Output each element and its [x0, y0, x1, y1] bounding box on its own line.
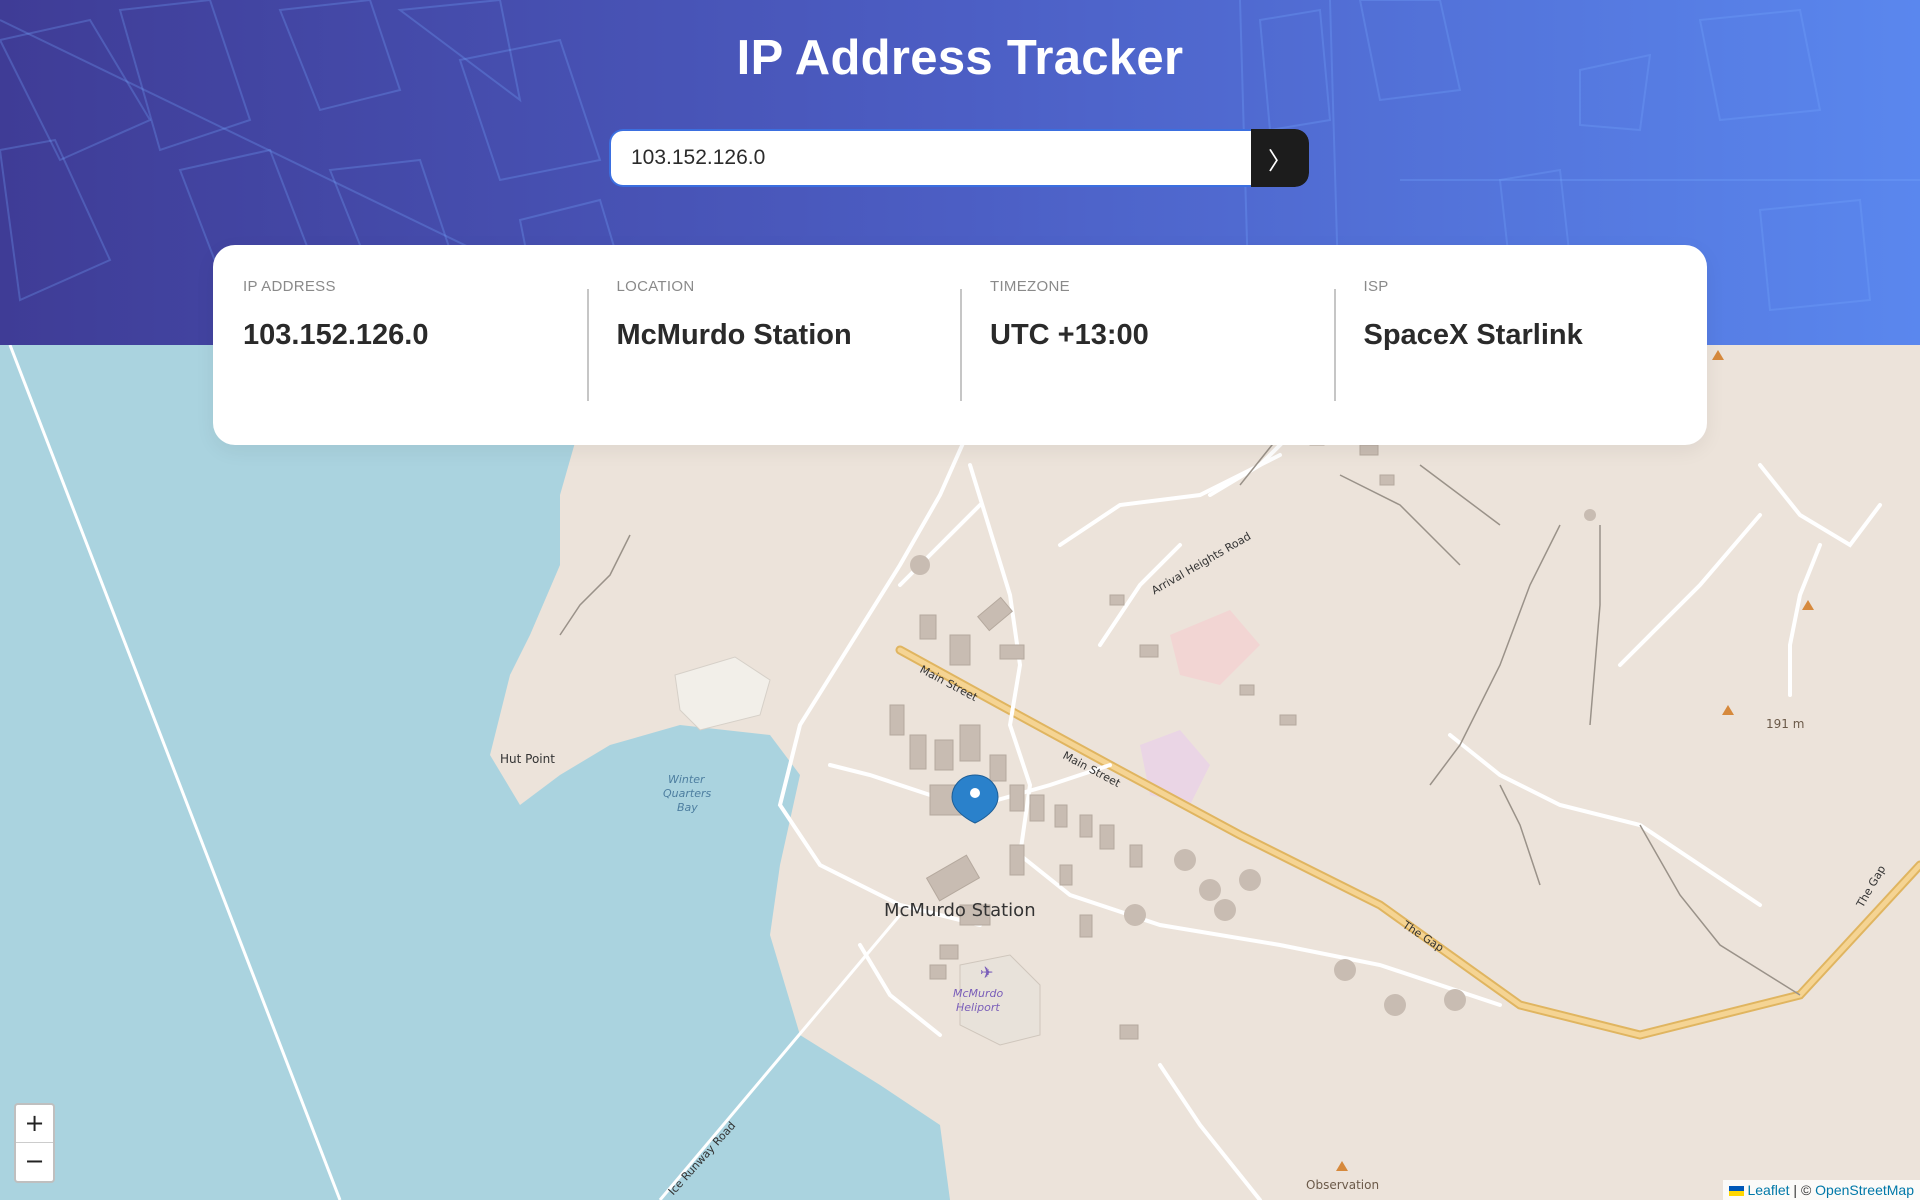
map-label-heliport-1: McMurdo [953, 987, 1004, 1000]
map-label-heliport-2: Heliport [956, 1001, 1000, 1014]
timezone-label: TIMEZONE [990, 278, 1070, 295]
map-label-hut-point: Hut Point [500, 752, 555, 766]
zoom-in-button[interactable]: + [16, 1105, 53, 1143]
map-label-station: McMurdo Station [884, 900, 1036, 921]
page-title: IP Address Tracker [736, 31, 1184, 85]
attribution-separator: | © [1793, 1182, 1812, 1198]
map-view[interactable]: ✈ McMurdo Station Hut Point Winter Quart… [0, 345, 1920, 1200]
map-label-bay-2: Quarters [663, 787, 712, 800]
isp-section: ISP SpaceX Starlink [1333, 245, 1708, 445]
ip-address-label: IP ADDRESS [243, 278, 336, 295]
leaflet-link[interactable]: Leaflet [1747, 1182, 1789, 1198]
airplane-icon: ✈ [980, 963, 993, 982]
zoom-out-button[interactable]: − [16, 1143, 53, 1180]
map-label-bay-3: Bay [677, 801, 698, 814]
search-bar: 〉 [609, 129, 1309, 187]
location-value: McMurdo Station [616, 319, 852, 351]
location-section: LOCATION McMurdo Station [586, 245, 961, 445]
search-submit-button[interactable]: 〉 [1251, 129, 1309, 187]
timezone-section: TIMEZONE UTC +13:00 [960, 245, 1334, 445]
isp-label: ISP [1363, 278, 1389, 295]
ip-address-section: IP ADDRESS 103.152.126.0 [213, 245, 587, 445]
ukraine-flag-icon [1729, 1186, 1745, 1197]
openstreetmap-link[interactable]: OpenStreetMap [1815, 1182, 1914, 1198]
map-tiles: ✈ [0, 345, 1920, 1200]
ip-address-value: 103.152.126.0 [243, 319, 429, 351]
ip-info-card: IP ADDRESS 103.152.126.0 LOCATION McMurd… [213, 245, 1707, 445]
timezone-value: UTC +13:00 [990, 319, 1149, 351]
isp-value: SpaceX Starlink [1363, 319, 1583, 351]
location-label: LOCATION [616, 278, 695, 295]
chevron-right-icon: 〉 [1268, 147, 1292, 175]
ip-search-input[interactable] [609, 129, 1251, 187]
map-label-bay-1: Winter [668, 773, 705, 786]
map-label-observation: Observation [1306, 1178, 1380, 1192]
zoom-controls: + − [14, 1103, 55, 1183]
map-label-elevation: 191 m [1766, 717, 1805, 731]
map-attribution: Leaflet | © OpenStreetMap [1723, 1180, 1920, 1200]
